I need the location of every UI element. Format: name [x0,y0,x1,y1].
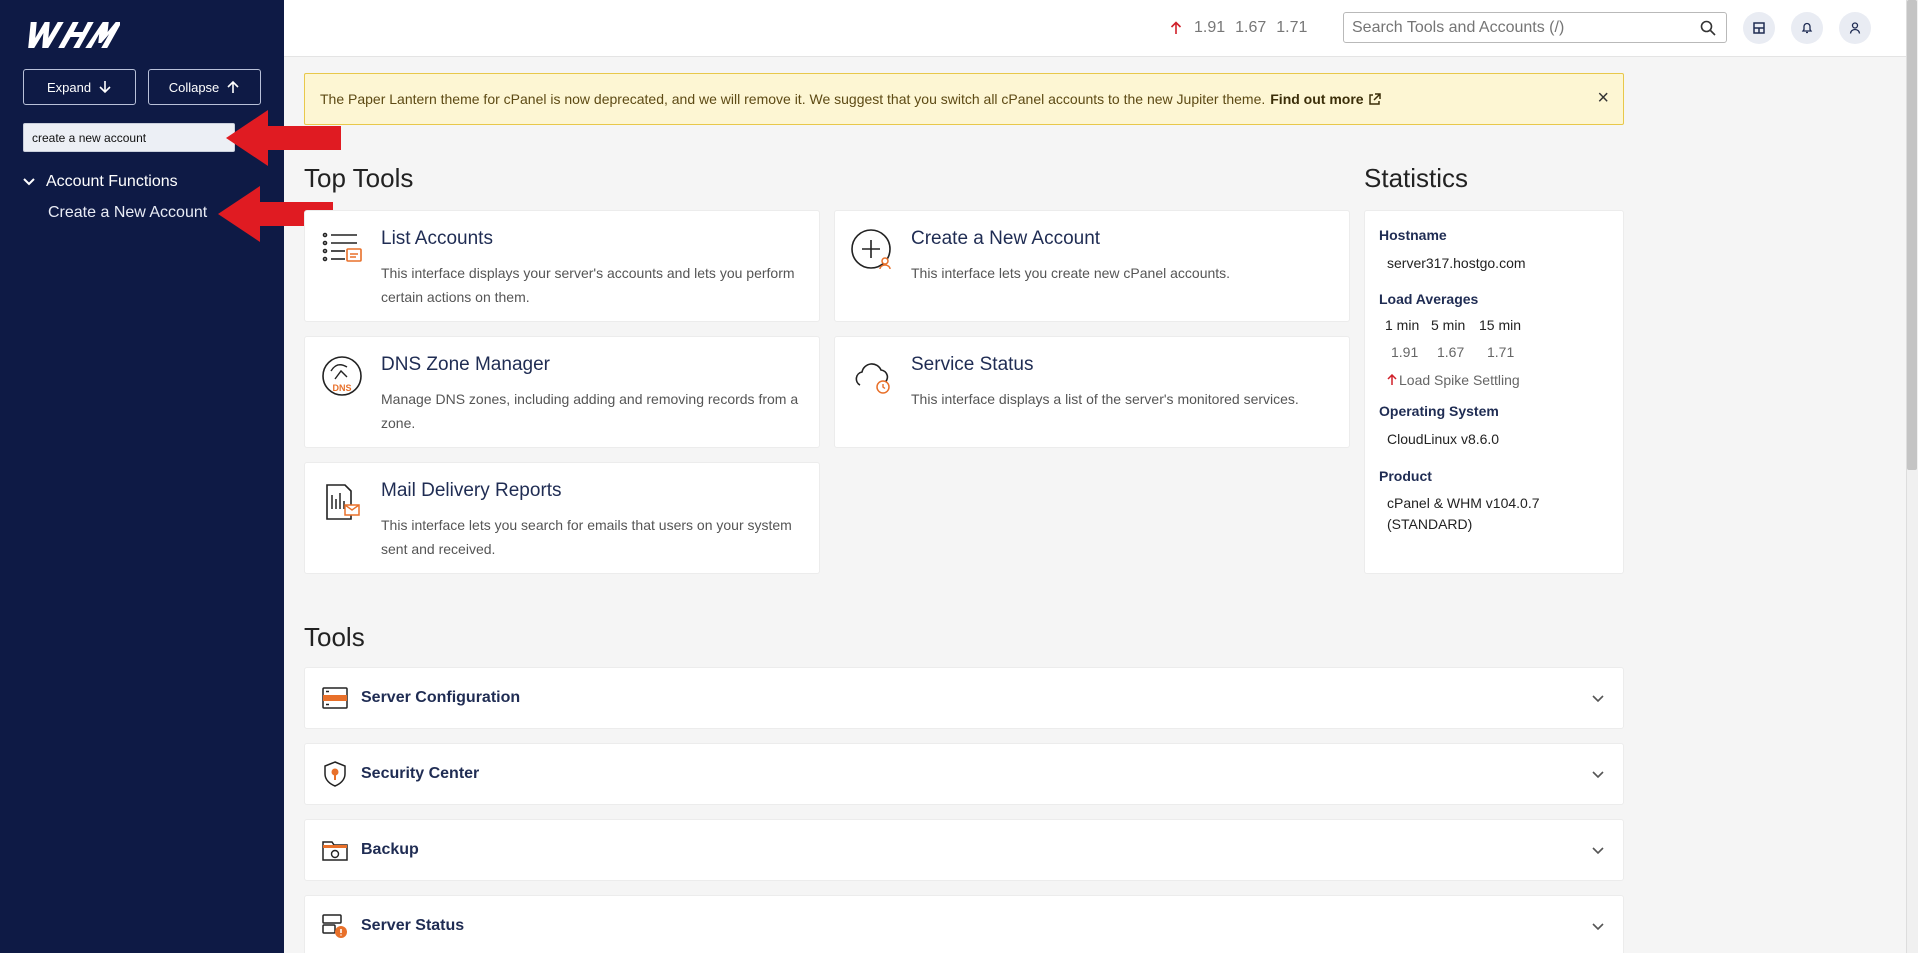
load-value-15min: 1.71 [1487,344,1515,360]
chevron-down-icon [23,178,35,186]
bell-icon [1801,22,1813,34]
arrow-up-red-icon [1170,21,1182,34]
product-label: Product [1379,468,1432,484]
scrollbar-thumb[interactable] [1907,0,1917,470]
tool-card-service-status[interactable]: Service Status This interface displays a… [834,336,1350,448]
deprecation-notice: The Paper Lantern theme for cPanel is no… [304,73,1624,125]
add-account-icon [851,229,891,270]
load-status-text: Load Spike Settling [1399,372,1520,388]
top-header: 1.91 1.67 1.71 [284,0,1906,57]
section-title: Backup [361,841,419,858]
tool-title: DNS Zone Manager [381,354,550,375]
tool-title: List Accounts [381,228,493,249]
tool-title: Create a New Account [911,228,1101,249]
chevron-down-icon [1592,771,1604,779]
header-load-15: 1.71 [1276,19,1308,36]
sidebar-item-create-new-account[interactable]: Create a New Account [48,204,207,222]
whm-logo[interactable] [24,16,120,52]
tool-card-list-accounts[interactable]: List Accounts This interface displays yo… [304,210,820,322]
collapse-button[interactable]: Collapse [148,69,261,105]
notice-text: The Paper Lantern theme for cPanel is no… [320,91,1266,107]
statistics-heading: Statistics [1364,163,1469,193]
load-status: Load Spike Settling [1387,372,1520,388]
arrow-down-icon [99,81,111,94]
section-title: Server Status [361,917,465,934]
header-load-1: 1.91 [1194,19,1226,36]
expand-button-label: Expand [46,79,92,95]
tool-description: This interface lets you search for email… [381,517,792,557]
list-accounts-icon [322,232,362,262]
header-load-5: 1.67 [1235,19,1267,36]
backup-folder-icon [322,841,348,861]
sidebar-group-label: Account Functions [46,173,178,190]
load-averages-label: Load Averages [1379,291,1479,307]
section-server-configuration[interactable]: Server Configuration [304,667,1624,729]
os-label: Operating System [1379,403,1499,419]
load-value-1min: 1.91 [1391,344,1419,360]
tool-title: Mail Delivery Reports [381,480,562,501]
arrow-up-red-icon [1387,374,1397,385]
tool-description: Manage DNS zones, including adding and r… [381,391,799,431]
mail-report-icon [326,484,360,520]
section-server-status[interactable]: Server Status [304,895,1624,953]
layout-toggle-button[interactable] [1743,12,1775,44]
header-load-averages: 1.91 1.67 1.71 [1170,19,1307,37]
tool-title: Service Status [911,354,1034,375]
search-icon[interactable] [1700,20,1716,36]
user-icon [1849,22,1861,34]
hostname-label: Hostname [1379,227,1447,243]
server-config-icon [322,687,348,709]
top-search-box [1343,12,1727,43]
section-backup[interactable]: Backup [304,819,1624,881]
user-menu-button[interactable] [1839,12,1871,44]
tool-card-create-new-account[interactable]: Create a New Account This interface lets… [834,210,1350,322]
dns-zone-icon: DNS [322,356,362,396]
hostname-value: server317.hostgo.com [1387,255,1526,271]
tool-description: This interface displays your server's ac… [381,265,795,305]
cloud-status-icon [855,363,890,394]
load-header-1min: 1 min [1385,317,1420,333]
tool-card-mail-delivery-reports[interactable]: Mail Delivery Reports This interface let… [304,462,820,574]
os-value: CloudLinux v8.6.0 [1387,431,1500,447]
notice-close-button[interactable]: × [1597,88,1609,108]
layout-icon [1753,22,1765,34]
tools-heading: Tools [304,622,365,652]
section-title: Security Center [361,765,480,782]
top-tools-heading: Top Tools [304,163,414,193]
whm-logo-icon [28,22,120,48]
find-out-more-label: Find out more [1270,91,1364,107]
chevron-down-icon [1592,923,1604,931]
statistics-panel: Hostname server317.hostgo.com Load Avera… [1364,210,1624,574]
find-out-more-link[interactable]: Find out more [1270,91,1381,107]
page-scrollbar[interactable] [1906,0,1918,953]
load-value-5min: 1.67 [1437,344,1465,360]
section-security-center[interactable]: Security Center [304,743,1624,805]
collapse-button-label: Collapse [168,79,220,95]
arrow-up-icon [227,80,239,93]
chevron-down-icon [1592,695,1604,703]
shield-icon [324,761,346,787]
chevron-down-icon [1592,847,1604,855]
server-status-icon [322,914,347,938]
dns-badge-text: DNS [332,383,351,393]
load-header-15min: 15 min [1479,317,1522,333]
load-header-5min: 5 min [1431,317,1466,333]
tool-description: This interface displays a list of the se… [911,391,1299,407]
notifications-button[interactable] [1791,12,1823,44]
section-title: Server Configuration [361,689,521,706]
tool-description: This interface lets you create new cPane… [911,265,1231,281]
external-link-icon [1368,92,1381,105]
expand-button[interactable]: Expand [23,69,136,105]
product-value-line2: (STANDARD) [1387,516,1473,532]
sidebar-search-input[interactable] [23,123,235,152]
sidebar-group-account-functions[interactable]: Account Functions [22,173,178,191]
product-value-line1: cPanel & WHM v104.0.7 [1387,495,1540,511]
expand-collapse-row: Expand Collapse [23,69,261,105]
tool-card-dns-zone-manager[interactable]: DNS DNS Zone Manager Manage DNS zones, i… [304,336,820,448]
top-search-input[interactable] [1344,13,1684,42]
